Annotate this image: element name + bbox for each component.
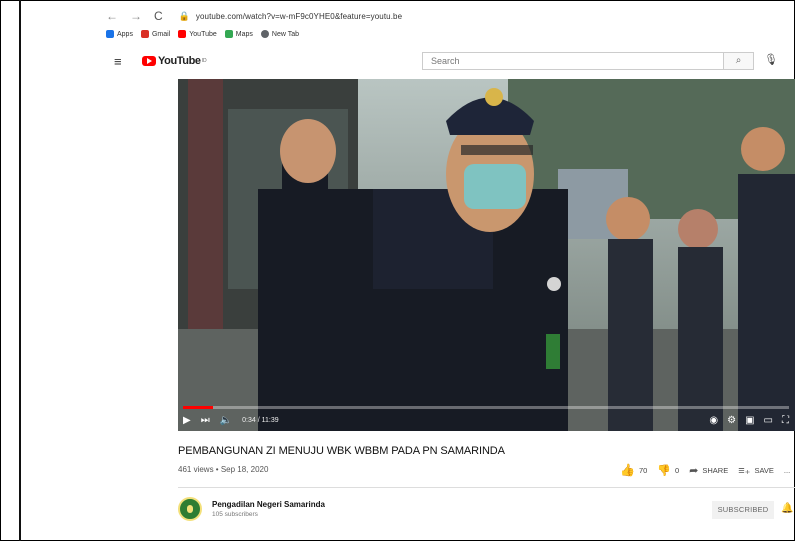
microphone-icon[interactable]: 🎙: [764, 53, 778, 66]
time-display: 0:34 / 11:39: [242, 416, 279, 424]
bookmark-newtab[interactable]: New Tab: [260, 30, 299, 38]
globe-icon: [260, 30, 269, 38]
lock-icon: 🔒: [178, 10, 190, 21]
search-input[interactable]: Search: [422, 52, 724, 70]
bookmark-label: Apps: [117, 30, 133, 38]
bookmark-gmail[interactable]: Gmail: [140, 30, 171, 38]
next-icon[interactable]: ⏭: [201, 415, 210, 426]
share-label: SHARE: [702, 465, 729, 475]
youtube-icon: [178, 30, 187, 38]
bookmark-label: YouTube: [189, 30, 217, 38]
video-actions: 👍 70 👎 0 ➦ SHARE ≡₊ SAVE ...: [620, 463, 790, 477]
thumbs-down-icon: 👎: [657, 464, 671, 477]
settings-gear-icon[interactable]: ⚙: [727, 415, 736, 426]
gmail-icon: [140, 30, 149, 38]
bookmark-apps[interactable]: Apps: [106, 30, 133, 38]
youtube-header: ≡ YouTube ID Search ⌕ 🎙: [114, 50, 794, 72]
search-icon: ⌕: [735, 55, 742, 66]
bookmark-label: New Tab: [271, 30, 299, 38]
thumbs-up-icon: 👍: [620, 463, 635, 477]
subscribed-button[interactable]: SUBSCRIBED: [712, 501, 774, 519]
back-icon[interactable]: ←: [106, 9, 118, 23]
autoplay-toggle-icon[interactable]: ◉: [709, 415, 718, 426]
forward-icon[interactable]: →: [130, 9, 142, 23]
video-meta: 461 views • Sep 18, 2020: [178, 465, 269, 474]
volume-icon[interactable]: 🔈: [220, 415, 232, 426]
youtube-logo[interactable]: YouTube ID: [142, 55, 207, 67]
video-progress-bar[interactable]: [183, 406, 789, 409]
reload-icon[interactable]: C: [154, 9, 163, 23]
progress-played: [183, 406, 213, 409]
fullscreen-icon[interactable]: ⛶: [782, 415, 789, 426]
save-button[interactable]: ≡₊ SAVE: [738, 464, 774, 477]
playlist-add-icon: ≡₊: [738, 464, 751, 477]
bookmark-label: Maps: [235, 30, 253, 38]
bookmark-youtube[interactable]: YouTube: [178, 30, 217, 38]
video-player[interactable]: [178, 79, 795, 431]
bookmarks-bar: Apps Gmail YouTube Maps New Tab: [106, 28, 299, 40]
bell-icon[interactable]: 🔔: [781, 503, 793, 514]
video-frame-image: [178, 79, 795, 431]
country-code: ID: [201, 58, 207, 64]
player-controls: ▶ ⏭ 🔈 0:34 / 11:39 ◉ ⚙ ▣ ▭ ⛶: [183, 412, 789, 428]
like-count: 70: [638, 465, 648, 475]
theater-mode-icon[interactable]: ▭: [764, 415, 773, 426]
youtube-wordmark: YouTube: [158, 55, 201, 67]
section-divider: [178, 487, 795, 488]
menu-icon[interactable]: ≡: [114, 54, 136, 69]
browser-nav: ← → C 🔒 youtube.com/watch?v=w-mF9c0YHE0&…: [106, 8, 402, 24]
youtube-play-icon: [142, 56, 156, 66]
like-button[interactable]: 👍 70: [620, 463, 647, 477]
bookmark-label: Gmail: [151, 30, 171, 38]
share-button[interactable]: ➦ SHARE: [689, 464, 728, 477]
dislike-button[interactable]: 👎 0: [657, 464, 679, 477]
save-label: SAVE: [754, 465, 774, 475]
search-button[interactable]: ⌕: [724, 52, 754, 70]
maps-icon: [224, 30, 233, 38]
bookmark-maps[interactable]: Maps: [224, 30, 253, 38]
left-border-bar: [19, 0, 21, 541]
share-icon: ➦: [689, 464, 699, 477]
apps-grid-icon: [106, 30, 114, 38]
miniplayer-icon[interactable]: ▣: [745, 415, 754, 426]
address-bar[interactable]: youtube.com/watch?v=w-mF9c0YHE0&feature=…: [196, 12, 402, 21]
channel-subscriber-count: 105 subscribers: [212, 511, 258, 518]
channel-avatar[interactable]: [178, 497, 202, 521]
channel-name[interactable]: Pengadilan Negeri Samarinda: [212, 500, 325, 509]
video-title: PEMBANGUNAN ZI MENUJU WBK WBBM PADA PN S…: [178, 445, 505, 457]
dislike-count: 0: [675, 465, 680, 475]
player-controls-right: ◉ ⚙ ▣ ▭ ⛶: [709, 415, 789, 426]
play-icon[interactable]: ▶: [183, 415, 191, 426]
more-actions-icon[interactable]: ...: [784, 466, 790, 475]
